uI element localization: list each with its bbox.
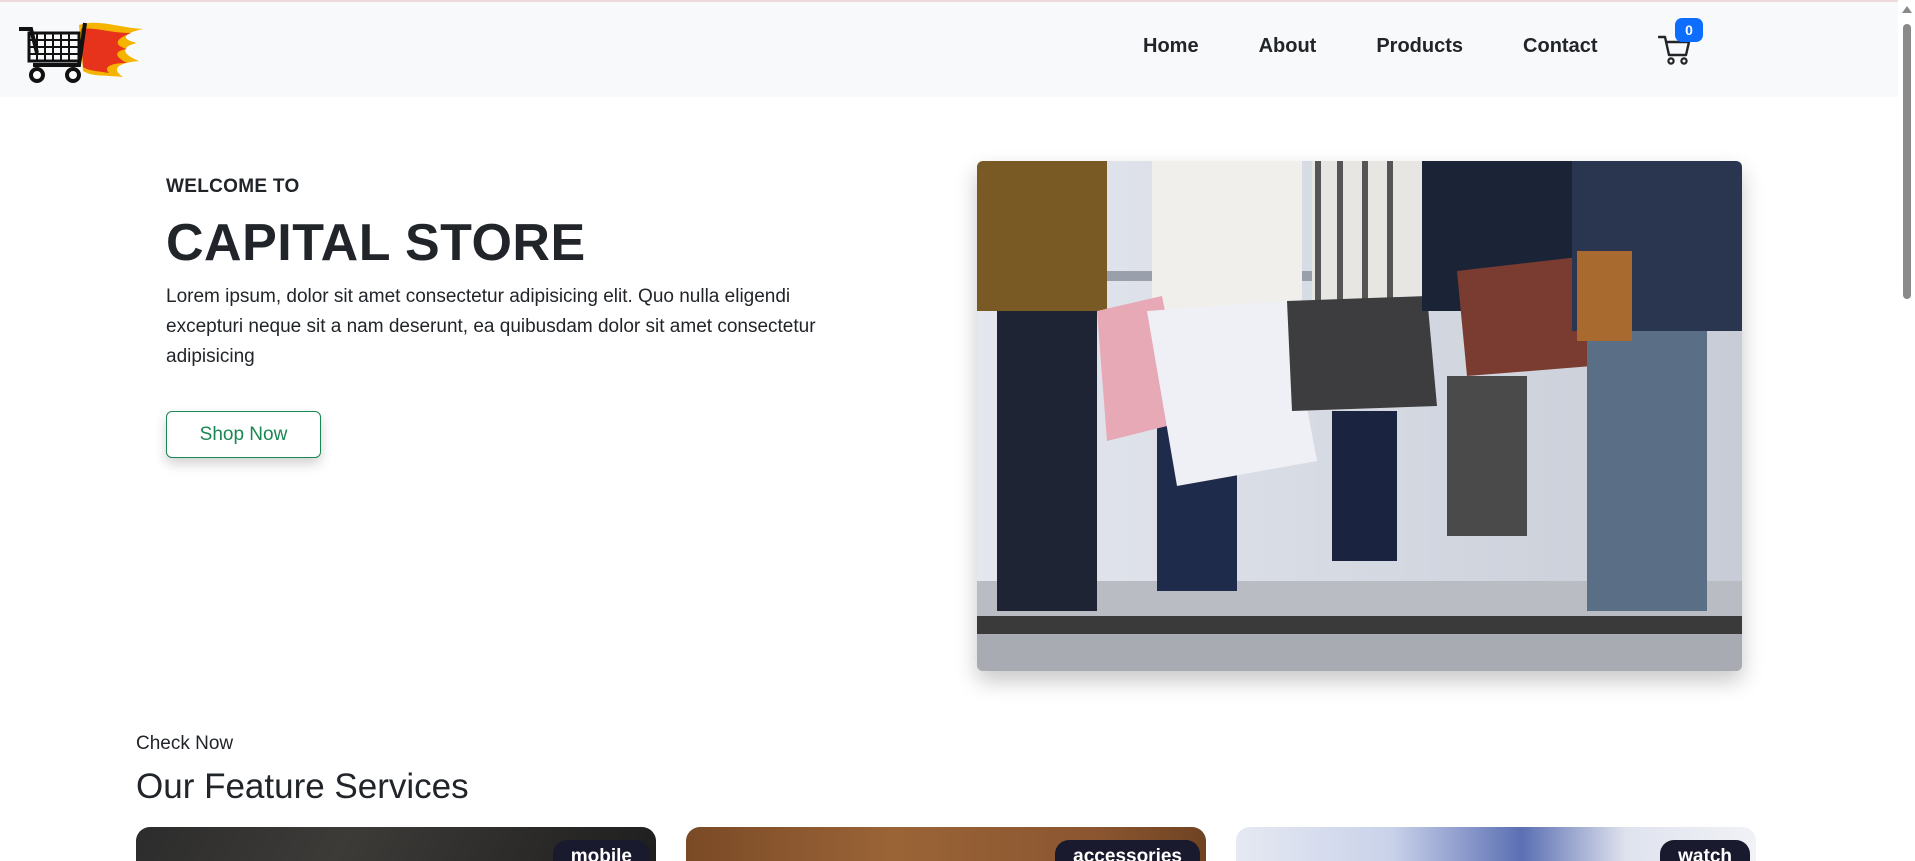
- hero-shopping-photo: [977, 161, 1742, 671]
- scroll-up-arrow-icon[interactable]: [1902, 6, 1912, 13]
- feature-card-watch[interactable]: watch: [1236, 827, 1756, 861]
- card-tag: accessories: [1055, 840, 1200, 861]
- nav-link-about[interactable]: About: [1259, 32, 1317, 60]
- navbar: Home About Products Contact 0: [0, 0, 1898, 97]
- nav-menu: Home About Products Contact: [1143, 32, 1597, 60]
- feature-card-accessories[interactable]: accessories: [686, 827, 1206, 861]
- nav-link-home[interactable]: Home: [1143, 32, 1199, 60]
- nav-link-products[interactable]: Products: [1376, 32, 1463, 60]
- card-tag: watch: [1660, 840, 1750, 861]
- store-logo[interactable]: [19, 19, 145, 85]
- cart-count-badge: 0: [1675, 18, 1703, 42]
- hero-title: CAPITAL STORE: [166, 214, 586, 272]
- feature-card-mobile[interactable]: mobile: [136, 827, 656, 861]
- shop-now-button[interactable]: Shop Now: [166, 411, 321, 458]
- hero-kicker: WELCOME TO: [166, 176, 300, 197]
- card-tag: mobile: [552, 840, 650, 861]
- hero-description: Lorem ipsum, dolor sit amet consectetur …: [166, 286, 816, 367]
- scrollbar-thumb[interactable]: [1903, 24, 1911, 299]
- features-title: Our Feature Services: [136, 767, 469, 806]
- nav-link-contact[interactable]: Contact: [1523, 32, 1597, 60]
- features-kicker: Check Now: [136, 733, 234, 754]
- page-scrollbar[interactable]: [1898, 0, 1915, 861]
